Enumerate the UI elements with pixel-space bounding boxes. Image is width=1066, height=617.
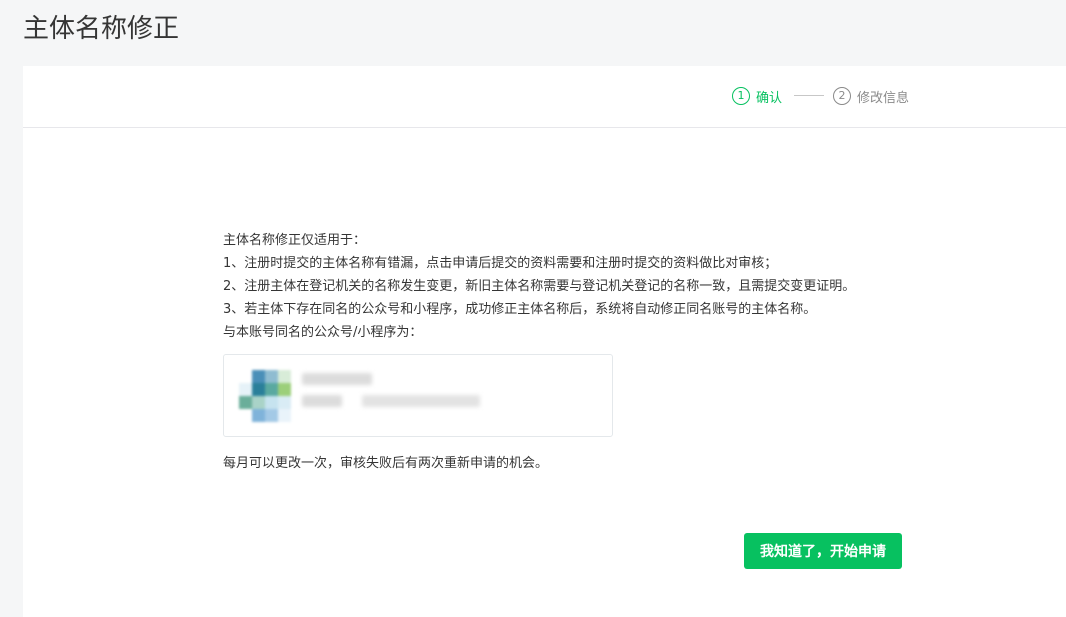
same-name-label: 与本账号同名的公众号/小程序为： [223,325,423,340]
main-card: 1 确认 2 修改信息 主体名称修正仅适用于： 1、注册时提交的主体名称有错漏，… [23,66,1066,617]
start-apply-button[interactable]: 我知道了，开始申请 [744,533,902,569]
step-confirm: 1 确认 [732,86,782,106]
page-title: 主体名称修正 [23,14,180,44]
step-indicator: 1 确认 2 修改信息 [23,66,1066,128]
linked-account-card [223,354,613,437]
info-section: 主体名称修正仅适用于： 1、注册时提交的主体名称有错漏，点击申请后提交的资料需要… [223,229,855,344]
info-heading: 主体名称修正仅适用于： [223,233,367,248]
step-connector [794,95,824,96]
account-id-redacted [362,395,480,407]
step-label: 修改信息 [857,90,910,106]
account-name-redacted [302,373,372,385]
rule-item: 3、若主体下存在同名的公众号和小程序，成功修正主体名称后，系统将自动修正同名账号… [223,302,817,317]
note-text: 每月可以更改一次，审核失败后有两次重新申请的机会。 [223,456,549,471]
step-number: 2 [833,87,851,105]
account-avatar [239,370,291,422]
account-id-redacted [302,395,342,407]
step-label: 确认 [756,90,783,106]
step-modify-info: 2 修改信息 [833,86,909,106]
rule-item: 1、注册时提交的主体名称有错漏，点击申请后提交的资料需要和注册时提交的资料做比对… [223,256,778,271]
rule-item: 2、注册主体在登记机关的名称发生变更，新旧主体名称需要与登记机关登记的名称一致，… [223,279,856,294]
step-number: 1 [732,87,750,105]
